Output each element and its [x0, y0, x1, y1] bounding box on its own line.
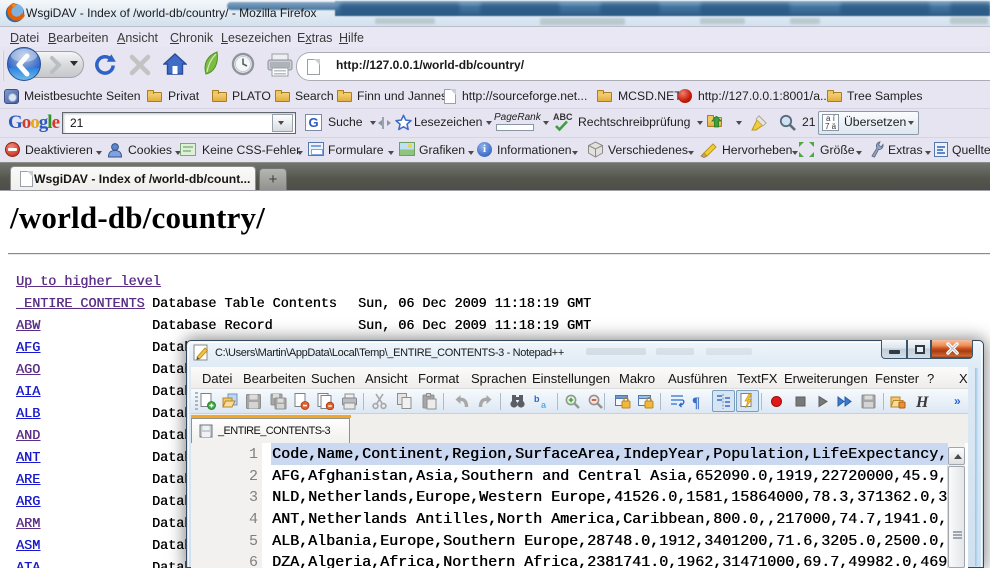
- svg-text:¶: ¶: [692, 395, 700, 410]
- svg-text:a: a: [541, 400, 547, 410]
- svg-text:b: b: [534, 394, 540, 404]
- svg-text:»: »: [954, 394, 961, 408]
- svg-text:H: H: [915, 394, 929, 410]
